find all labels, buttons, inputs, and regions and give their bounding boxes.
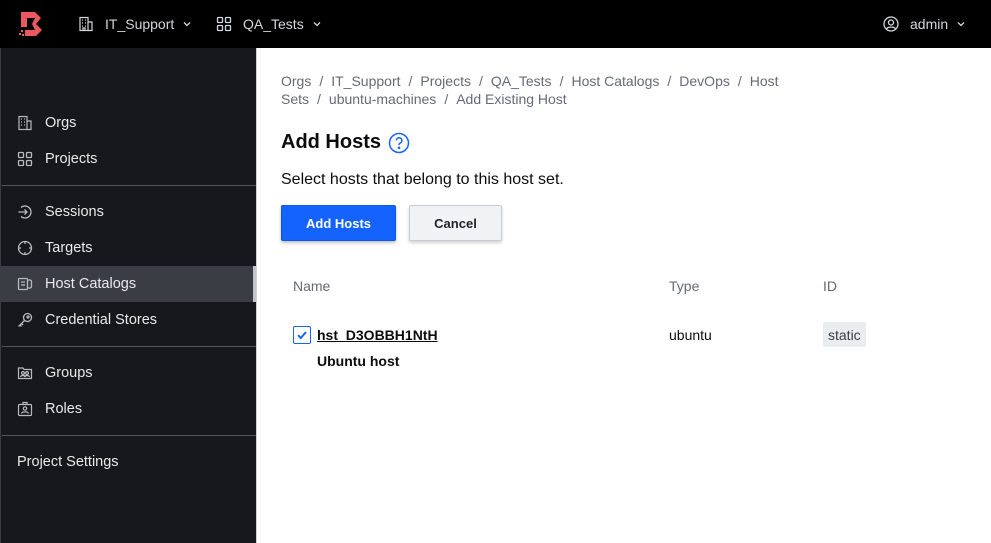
top-bar: IT_Support QA_Tests admin (0, 0, 991, 48)
sidebar-item-credential-stores[interactable]: Credential Stores (1, 302, 256, 338)
id-badge-icon (17, 401, 33, 417)
chevron-down-icon (313, 22, 321, 27)
sidebar-divider (2, 185, 257, 186)
sidebar-item-label: Groups (45, 365, 93, 381)
host-type: ubuntu (669, 327, 712, 343)
project-selector[interactable]: QA_Tests (216, 0, 322, 48)
host-name-link[interactable]: hst_D3OBBH1NtH (317, 327, 438, 343)
chevron-down-icon (957, 22, 965, 27)
sidebar-item-project-settings[interactable]: Project Settings (1, 444, 256, 480)
page-title: Add Hosts (281, 131, 410, 154)
sidebar-item-label: Targets (45, 240, 93, 256)
breadcrumb-host-catalog[interactable]: DevOps (679, 73, 730, 89)
breadcrumb-host-set[interactable]: ubuntu-machines (329, 91, 436, 107)
building-icon (18, 115, 32, 131)
column-header-id[interactable]: ID (823, 278, 837, 294)
breadcrumb: Orgs / IT_Support / Projects / QA_Tests / Host C… (281, 73, 779, 107)
sidebar-item-label: Project Settings (17, 454, 119, 470)
sidebar-item-targets[interactable]: Targets (1, 230, 256, 266)
server-icon (17, 277, 33, 291)
page-title-text: Add Hosts (281, 131, 381, 153)
sidebar: Orgs Projects Sessions Targets Host Cata… (0, 48, 257, 543)
question-circle-icon[interactable] (388, 132, 410, 154)
org-selector[interactable]: IT_Support (78, 0, 192, 48)
breadcrumb-org[interactable]: IT_Support (331, 73, 400, 89)
cancel-button[interactable]: Cancel (409, 205, 502, 241)
grid-icon (17, 151, 33, 167)
add-hosts-button[interactable]: Add Hosts (281, 205, 396, 241)
sidebar-item-sessions[interactable]: Sessions (1, 194, 256, 230)
grid-icon (216, 16, 232, 32)
sidebar-item-label: Roles (45, 401, 83, 417)
boundary-logo[interactable] (18, 10, 46, 38)
breadcrumb-current: Add Existing Host (456, 91, 567, 107)
org-selector-label: IT_Support (105, 16, 175, 32)
user-menu-label: admin (910, 16, 949, 32)
entry-icon (18, 205, 32, 219)
project-selector-label: QA_Tests (243, 16, 304, 32)
breadcrumb-host-catalogs[interactable]: Host Catalogs (571, 73, 659, 89)
breadcrumb-orgs[interactable]: Orgs (281, 73, 311, 89)
users-folder-icon (17, 367, 33, 380)
sidebar-divider (2, 346, 257, 347)
host-description: Ubuntu host (317, 353, 400, 369)
sidebar-item-roles[interactable]: Roles (1, 391, 256, 427)
sidebar-item-host-catalogs[interactable]: Host Catalogs (1, 266, 256, 302)
sidebar-item-projects[interactable]: Projects (1, 141, 256, 177)
page-description: Select hosts that belong to this host se… (281, 171, 564, 188)
checkmark-icon (297, 331, 307, 340)
sidebar-item-label: Credential Stores (45, 312, 158, 328)
crosshair-icon (17, 240, 33, 256)
column-header-name[interactable]: Name (293, 278, 330, 294)
building-icon (79, 16, 93, 32)
sidebar-item-label: Projects (45, 151, 98, 167)
user-circle-icon (883, 16, 899, 32)
host-checkbox[interactable] (293, 326, 311, 344)
sidebar-border (256, 48, 257, 543)
sidebar-item-label: Sessions (45, 204, 104, 220)
host-id-badge: static (823, 322, 866, 347)
sidebar-divider (2, 435, 257, 436)
key-icon (18, 312, 33, 327)
user-menu[interactable]: admin (883, 0, 966, 48)
sidebar-item-label: Host Catalogs (45, 276, 137, 292)
breadcrumb-project[interactable]: QA_Tests (491, 73, 552, 89)
chevron-down-icon (183, 22, 191, 27)
sidebar-item-groups[interactable]: Groups (1, 355, 256, 391)
breadcrumb-projects[interactable]: Projects (420, 73, 471, 89)
sidebar-item-label: Orgs (45, 115, 77, 131)
sidebar-item-orgs[interactable]: Orgs (1, 105, 256, 141)
column-header-type[interactable]: Type (669, 278, 699, 294)
